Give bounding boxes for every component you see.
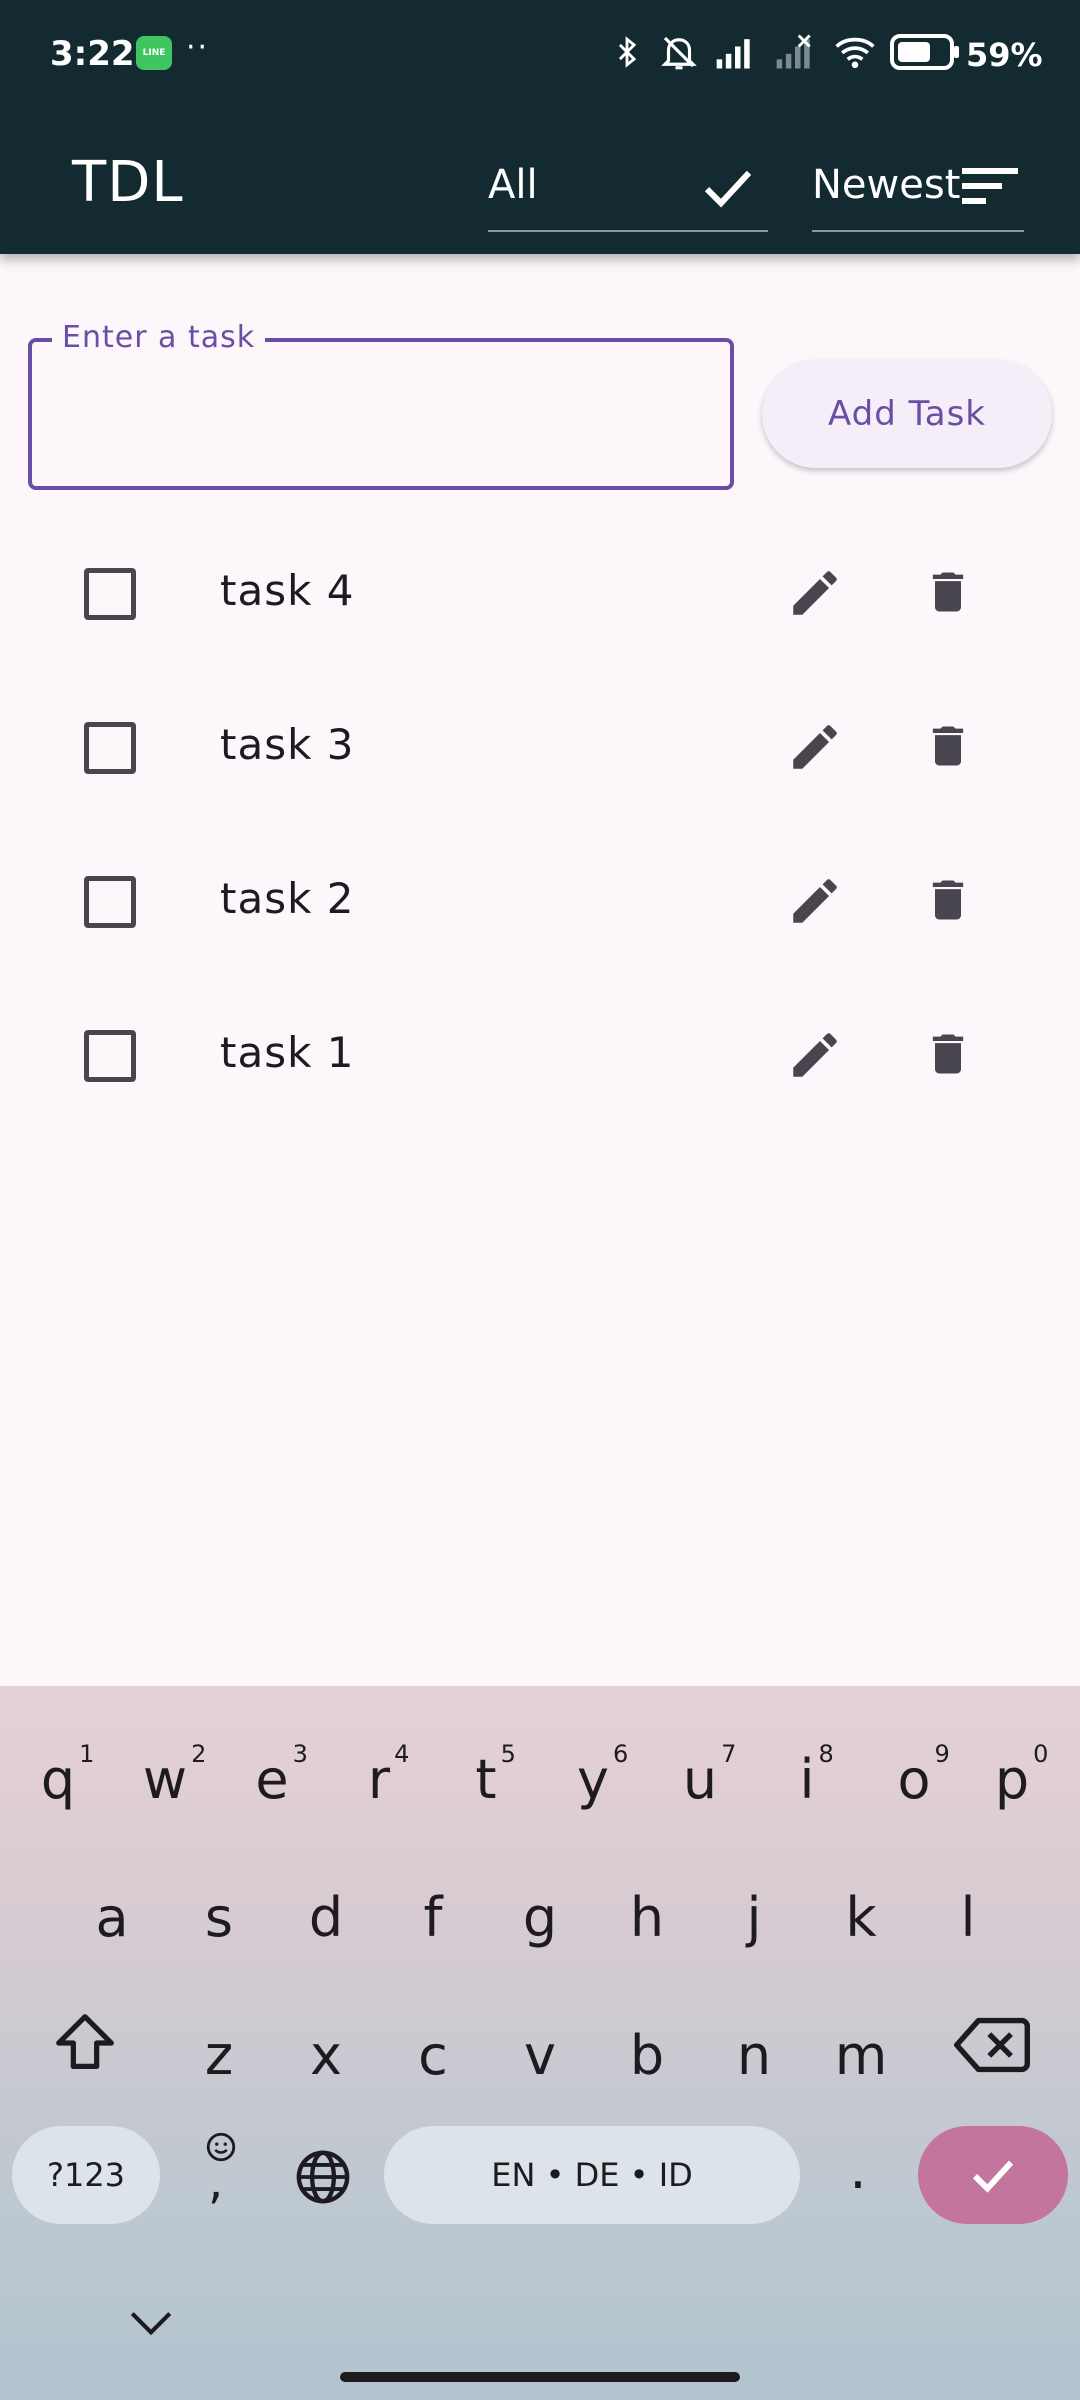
key-q[interactable]: q1 <box>8 1740 108 1811</box>
gesture-nav-handle[interactable] <box>340 2372 740 2382</box>
key-u[interactable]: u7 <box>650 1740 750 1811</box>
bluetooth-icon <box>618 36 637 68</box>
filter-selected-label: All <box>488 162 538 208</box>
signal-icon <box>716 39 750 69</box>
comma-label: , <box>208 2154 224 2210</box>
key-n[interactable]: n <box>704 2024 804 2087</box>
edit-icon[interactable] <box>786 1026 844 1084</box>
sort-icon <box>962 168 1018 204</box>
battery-percent: 59% <box>966 36 1043 74</box>
key-s[interactable]: s <box>169 1886 269 1949</box>
key-f[interactable]: f <box>383 1886 483 1949</box>
status-time: 3:22 <box>50 34 135 74</box>
key-z[interactable]: z <box>169 2024 269 2087</box>
soft-keyboard: q1 w2 e3 r4 t5 y6 u7 i8 o9 p0 a s d f g … <box>0 1686 1080 2400</box>
key-b[interactable]: b <box>597 2024 697 2087</box>
sort-dropdown[interactable]: Newest <box>812 150 1024 232</box>
app-bar: 3:22 LINE ·· 59% TDL All Newest <box>0 0 1080 254</box>
enter-key[interactable] <box>918 2126 1068 2224</box>
shift-icon[interactable] <box>50 2008 120 2078</box>
task-checkbox[interactable] <box>84 1030 136 1082</box>
key-a[interactable]: a <box>62 1886 162 1949</box>
key-h[interactable]: h <box>597 1886 697 1949</box>
emoji-comma-key[interactable]: , <box>196 2126 246 2224</box>
task-row: task 4 <box>0 526 1080 666</box>
edit-icon[interactable] <box>786 718 844 776</box>
task-row: task 2 <box>0 834 1080 974</box>
task-checkbox[interactable] <box>84 568 136 620</box>
key-r[interactable]: r4 <box>329 1740 429 1811</box>
task-input[interactable] <box>34 346 726 482</box>
period-key[interactable]: . <box>808 2138 908 2201</box>
symbols-key[interactable]: ?123 <box>12 2126 160 2224</box>
key-v[interactable]: v <box>490 2024 590 2087</box>
line-app-icon: LINE <box>136 36 172 70</box>
space-bar[interactable]: EN • DE • ID <box>384 2126 800 2224</box>
task-label: task 3 <box>220 720 355 769</box>
add-task-button[interactable]: Add Task <box>762 360 1052 468</box>
key-e[interactable]: e3 <box>222 1740 322 1811</box>
delete-icon[interactable] <box>922 1024 974 1084</box>
key-j[interactable]: j <box>704 1886 804 1949</box>
task-input-label: Enter a task <box>52 320 266 355</box>
task-label: task 1 <box>220 1028 355 1077</box>
task-label: task 4 <box>220 566 355 615</box>
key-k[interactable]: k <box>811 1886 911 1949</box>
delete-icon[interactable] <box>922 562 974 622</box>
sort-selected-label: Newest <box>812 162 961 208</box>
wifi-icon <box>835 37 875 69</box>
bell-off-icon <box>661 36 697 70</box>
backspace-icon[interactable] <box>954 2012 1030 2078</box>
chevron-down-icon[interactable] <box>126 2306 176 2342</box>
edit-icon[interactable] <box>786 872 844 930</box>
app-title: TDL <box>72 150 184 215</box>
task-row: task 1 <box>0 988 1080 1128</box>
status-bar: 3:22 LINE ·· 59% <box>0 0 1080 110</box>
key-l[interactable]: l <box>918 1886 1018 1949</box>
check-icon <box>972 2160 1014 2193</box>
key-o[interactable]: o9 <box>864 1740 964 1811</box>
task-label: task 2 <box>220 874 355 923</box>
signal-no-service-icon <box>776 34 811 69</box>
key-t[interactable]: t5 <box>436 1740 536 1811</box>
status-dots: ·· <box>186 30 210 65</box>
key-c[interactable]: c <box>383 2024 483 2087</box>
key-d[interactable]: d <box>276 1886 376 1949</box>
battery-icon <box>890 34 959 70</box>
key-x[interactable]: x <box>276 2024 376 2087</box>
edit-icon[interactable] <box>786 564 844 622</box>
delete-icon[interactable] <box>922 716 974 776</box>
task-checkbox[interactable] <box>84 876 136 928</box>
key-m[interactable]: m <box>811 2024 911 2087</box>
task-checkbox[interactable] <box>84 722 136 774</box>
key-y[interactable]: y6 <box>543 1740 643 1811</box>
task-row: task 3 <box>0 680 1080 820</box>
key-p[interactable]: p0 <box>962 1740 1062 1811</box>
globe-icon[interactable] <box>294 2148 352 2206</box>
key-g[interactable]: g <box>490 1886 590 1949</box>
check-icon[interactable] <box>700 160 756 216</box>
key-i[interactable]: i8 <box>757 1740 857 1811</box>
delete-icon[interactable] <box>922 870 974 930</box>
key-w[interactable]: w2 <box>115 1740 215 1811</box>
